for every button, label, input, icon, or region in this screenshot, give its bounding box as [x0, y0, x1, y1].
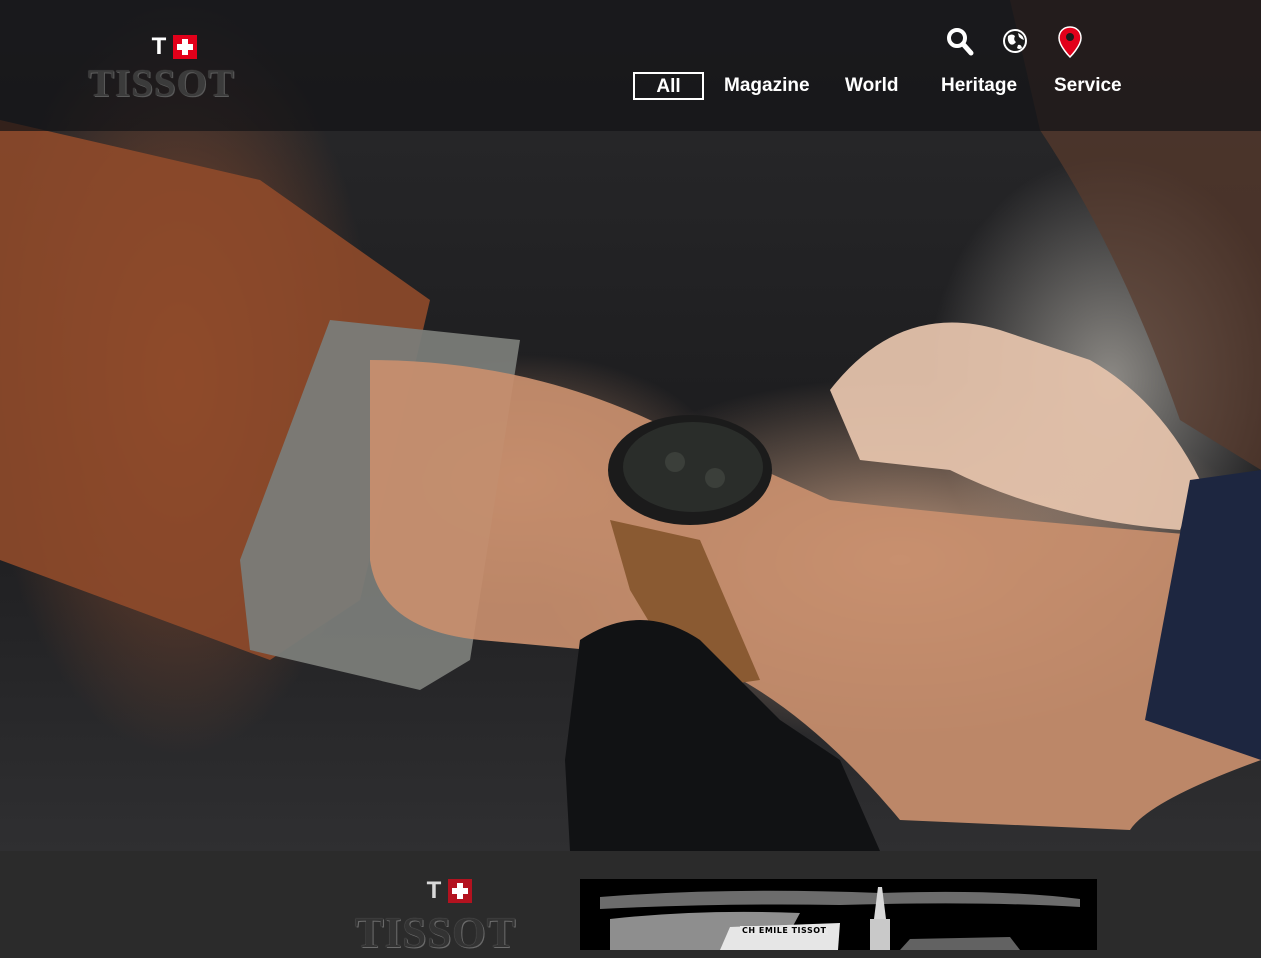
footer-swiss-cross-icon: [448, 879, 472, 903]
footer-logo-wordmark: TISSOT: [355, 910, 517, 957]
search-icon[interactable]: [942, 24, 978, 60]
logo-mark: T: [148, 35, 197, 59]
nav-service[interactable]: Service: [1054, 72, 1122, 100]
heritage-engraving-image: CH EMILE TISSOT: [580, 879, 1097, 950]
logo-letter-t: T: [151, 33, 167, 60]
top-navigation-bar: T TISSOT All Magazine World Heritage Ser…: [0, 0, 1261, 131]
engraving-illustration: [600, 887, 1080, 950]
header-icons: [940, 24, 1090, 60]
hero-image: T TISSOT All Magazine World Heritage Ser…: [0, 0, 1261, 851]
swiss-cross-icon: [173, 35, 197, 59]
engraving-sign-text: CH EMILE TISSOT: [740, 926, 829, 935]
footer-logo-mark: T: [423, 879, 472, 903]
nav-heritage[interactable]: Heritage: [941, 72, 1017, 100]
footer-tissot-logo[interactable]: T TISSOT: [355, 879, 555, 958]
nav-world[interactable]: World: [845, 72, 898, 100]
nav-magazine[interactable]: Magazine: [724, 72, 810, 100]
globe-icon[interactable]: [997, 24, 1033, 60]
tissot-logo[interactable]: T TISSOT: [88, 33, 260, 106]
footer-logo-letter-t: T: [423, 879, 445, 903]
nav-all[interactable]: All: [633, 72, 704, 100]
logo-wordmark: TISSOT: [88, 62, 235, 105]
location-pin-icon[interactable]: [1052, 24, 1088, 60]
footer-strip: T TISSOT CH EMILE TISSOT: [0, 851, 1261, 958]
